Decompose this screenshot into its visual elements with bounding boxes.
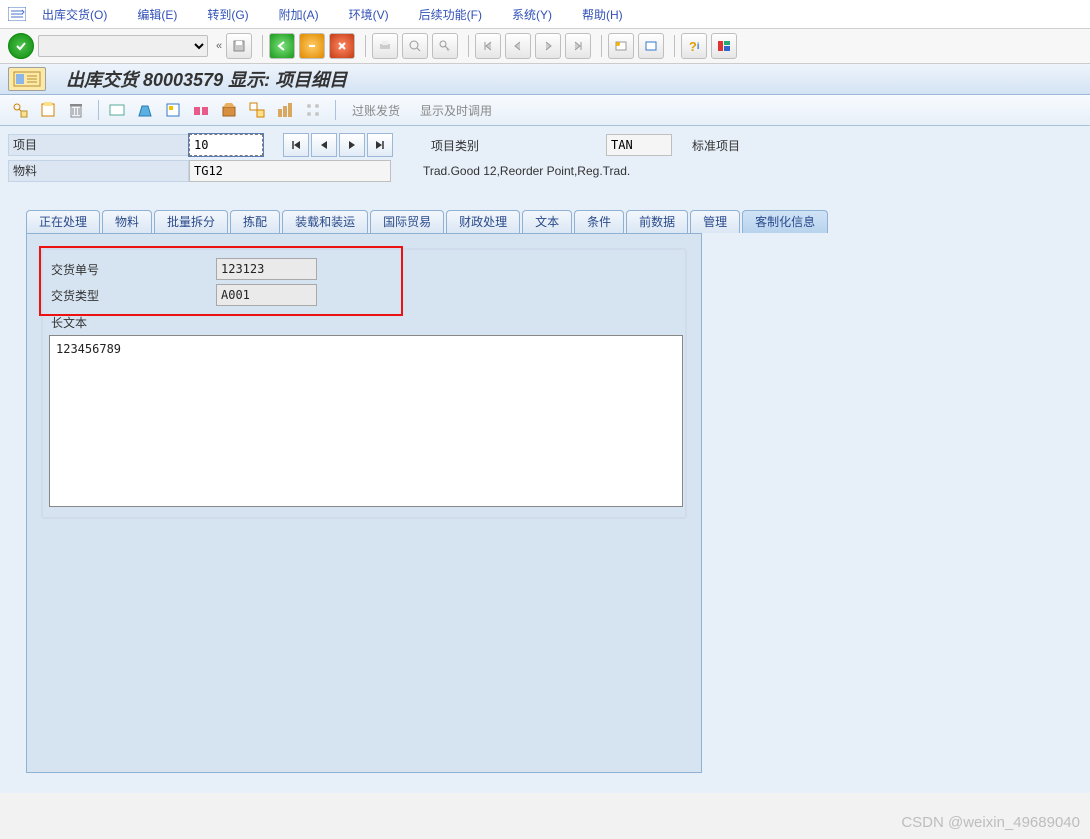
tabs-row: 正在处理 物料 批量拆分 拣配 装载和装运 国际贸易 财政处理 文本 条件 前数… bbox=[8, 210, 1082, 233]
title-bar: 出库交货 80003579 显示: 项目细目 bbox=[0, 64, 1090, 95]
material-input[interactable]: TG12 bbox=[189, 160, 391, 182]
toolbar-separator bbox=[468, 35, 469, 57]
split-button[interactable] bbox=[189, 98, 213, 122]
toolbar-separator bbox=[262, 35, 263, 57]
item-category-label: 项目类别 bbox=[421, 137, 606, 154]
prev-page-button[interactable] bbox=[505, 33, 531, 59]
menu-environment[interactable]: 环境(V) bbox=[349, 6, 389, 23]
display-change-button[interactable] bbox=[8, 98, 32, 122]
pack-button[interactable] bbox=[133, 98, 157, 122]
menu-edit[interactable]: 编辑(E) bbox=[137, 6, 177, 23]
doc-flow-button[interactable] bbox=[245, 98, 269, 122]
layout-button[interactable] bbox=[711, 33, 737, 59]
tab-predecessor[interactable]: 前数据 bbox=[626, 210, 688, 233]
tab-material[interactable]: 物料 bbox=[102, 210, 152, 233]
longtext-label: 长文本 bbox=[51, 314, 677, 331]
delivery-type-label: 交货类型 bbox=[47, 287, 216, 304]
page-title: 出库交货 80003579 显示: 项目细目 bbox=[66, 66, 347, 92]
toolbar-separator bbox=[674, 35, 675, 57]
enter-button[interactable] bbox=[8, 33, 34, 59]
item-label: 项目 bbox=[8, 134, 189, 156]
menu-help[interactable]: 帮助(H) bbox=[582, 6, 623, 23]
tab-processing[interactable]: 正在处理 bbox=[26, 210, 100, 233]
next-item-button[interactable] bbox=[339, 133, 365, 157]
tab-text[interactable]: 文本 bbox=[522, 210, 572, 233]
menu-bar: 出库交货(O) 编辑(E) 转到(G) 附加(A) 环境(V) 后续功能(F) … bbox=[0, 0, 1090, 29]
menu-goto[interactable]: 转到(G) bbox=[207, 6, 248, 23]
exit-button[interactable] bbox=[299, 33, 325, 59]
incompletion-button[interactable] bbox=[161, 98, 185, 122]
delete-button[interactable] bbox=[64, 98, 88, 122]
tab-picking[interactable]: 拣配 bbox=[230, 210, 280, 233]
header-details-button[interactable] bbox=[105, 98, 129, 122]
custom-group: 交货单号 123123 交货类型 A001 长文本 123456789 bbox=[41, 248, 687, 519]
save-button[interactable] bbox=[226, 33, 252, 59]
help-button[interactable]: ?i bbox=[681, 33, 707, 59]
app-toolbar-separator bbox=[335, 100, 336, 120]
cancel-button[interactable] bbox=[329, 33, 355, 59]
post-goods-text: 过账发货 bbox=[352, 102, 400, 119]
menu-outbound-delivery[interactable]: 出库交货(O) bbox=[42, 6, 107, 23]
item-input[interactable]: 10 bbox=[189, 134, 263, 156]
tab-batch-split[interactable]: 批量拆分 bbox=[154, 210, 228, 233]
box-button[interactable] bbox=[217, 98, 241, 122]
create-shortcut-button[interactable] bbox=[638, 33, 664, 59]
form-area: 项目 10 项目类别 TAN 标准项目 物料 TG12 Trad.Good 12… bbox=[0, 126, 1090, 793]
tab-loading[interactable]: 装载和装运 bbox=[282, 210, 368, 233]
standard-toolbar: « + ?i bbox=[0, 29, 1090, 64]
config-button[interactable] bbox=[301, 98, 325, 122]
material-text: Trad.Good 12,Reorder Point,Reg.Trad. bbox=[391, 164, 630, 178]
first-page-button[interactable] bbox=[475, 33, 501, 59]
toolbar-separator bbox=[601, 35, 602, 57]
delivery-type-input[interactable]: A001 bbox=[216, 284, 317, 306]
tab-content: 交货单号 123123 交货类型 A001 长文本 123456789 bbox=[26, 233, 702, 773]
prev-item-button[interactable] bbox=[311, 133, 337, 157]
services-button[interactable] bbox=[273, 98, 297, 122]
watermark: CSDN @weixin_49689040 bbox=[901, 814, 1080, 831]
tab-conditions[interactable]: 条件 bbox=[574, 210, 624, 233]
new-session-button[interactable] bbox=[608, 33, 634, 59]
material-label: 物料 bbox=[8, 160, 189, 182]
find-button[interactable] bbox=[402, 33, 428, 59]
longtext-area[interactable]: 123456789 bbox=[49, 335, 683, 507]
print-button[interactable] bbox=[372, 33, 398, 59]
tab-financial[interactable]: 财政处理 bbox=[446, 210, 520, 233]
delivery-no-label: 交货单号 bbox=[47, 261, 216, 278]
delivery-no-input[interactable]: 123123 bbox=[216, 258, 317, 280]
menu-extras[interactable]: 附加(A) bbox=[279, 6, 319, 23]
next-page-button[interactable] bbox=[535, 33, 561, 59]
back-button[interactable] bbox=[269, 33, 295, 59]
command-field[interactable] bbox=[38, 35, 208, 57]
tab-foreign-trade[interactable]: 国际贸易 bbox=[370, 210, 444, 233]
tab-custom-info[interactable]: 客制化信息 bbox=[742, 210, 828, 233]
item-category-value: TAN bbox=[606, 134, 672, 156]
toolbar-separator bbox=[365, 35, 366, 57]
find-next-button[interactable]: + bbox=[432, 33, 458, 59]
menu-system[interactable]: 系统(Y) bbox=[512, 6, 552, 23]
item-category-text: 标准项目 bbox=[672, 137, 740, 154]
first-item-button[interactable] bbox=[283, 133, 309, 157]
display-jit-text: 显示及时调用 bbox=[420, 102, 492, 119]
last-page-button[interactable] bbox=[565, 33, 591, 59]
app-toolbar: 过账发货 显示及时调用 bbox=[0, 95, 1090, 126]
tab-admin[interactable]: 管理 bbox=[690, 210, 740, 233]
transaction-icon bbox=[8, 67, 46, 91]
collapse-icon[interactable]: « bbox=[216, 40, 222, 52]
svg-text:+: + bbox=[446, 47, 450, 53]
other-delivery-button[interactable] bbox=[36, 98, 60, 122]
app-toolbar-separator bbox=[98, 100, 99, 120]
last-item-button[interactable] bbox=[367, 133, 393, 157]
menu-subsequent[interactable]: 后续功能(F) bbox=[419, 6, 482, 23]
app-menu-icon[interactable] bbox=[6, 3, 28, 25]
